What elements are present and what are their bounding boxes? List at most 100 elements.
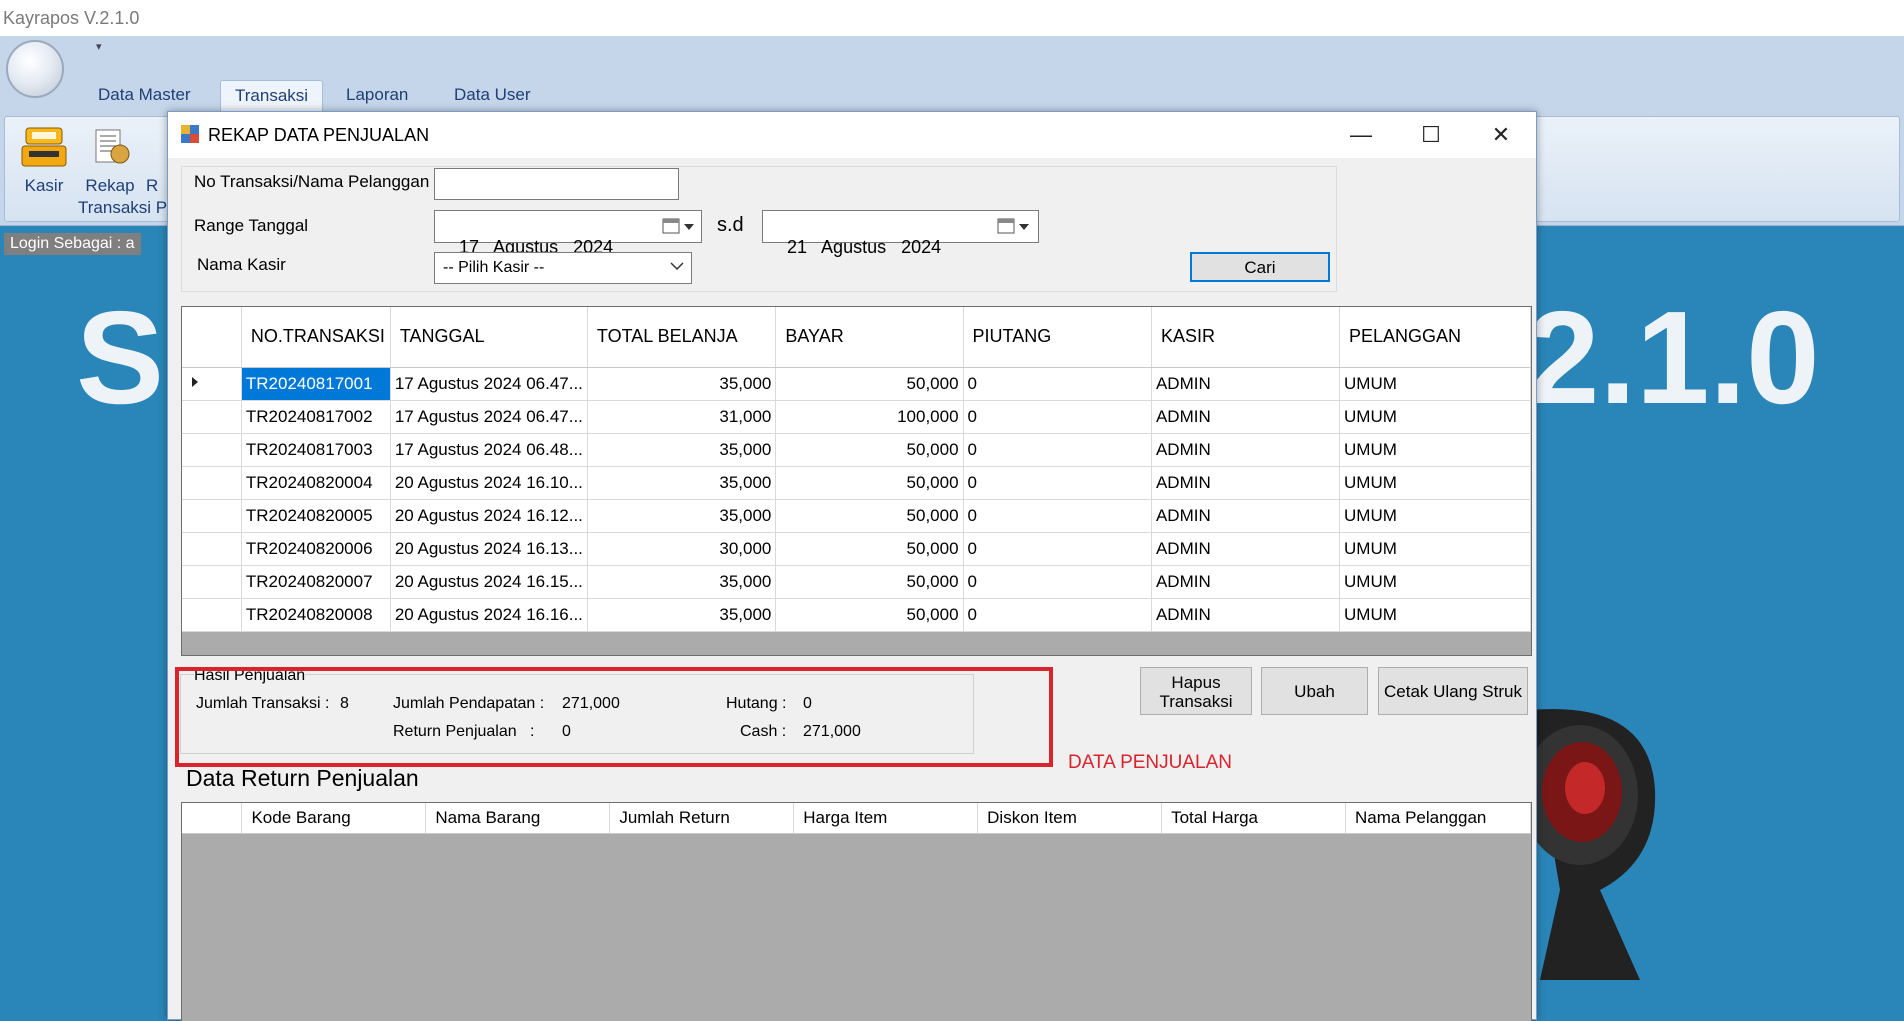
table-cell[interactable]: 20 Agustus 2024 16.13... xyxy=(390,532,588,566)
table-cell[interactable]: TR20240817002 xyxy=(241,400,391,434)
table-row[interactable]: TR20240820006 20 Agustus 2024 16.13... 30,… xyxy=(182,532,1531,566)
col-header[interactable]: PELANGGAN xyxy=(1339,307,1531,368)
table-cell[interactable]: ADMIN xyxy=(1151,565,1341,599)
return-col-header[interactable]: Kode Barang xyxy=(241,803,427,834)
table-cell[interactable]: UMUM xyxy=(1339,400,1531,434)
col-header[interactable]: TOTAL BELANJA xyxy=(587,307,777,368)
row-header[interactable] xyxy=(182,400,242,434)
cashier-select[interactable]: -- Pilih Kasir -- xyxy=(434,252,692,284)
table-row[interactable]: TR20240817002 17 Agustus 2024 06.47... 31,… xyxy=(182,400,1531,434)
table-cell[interactable]: 20 Agustus 2024 16.15... xyxy=(390,565,588,599)
table-row[interactable]: TR20240820005 20 Agustus 2024 16.12... 35,… xyxy=(182,499,1531,533)
table-row[interactable]: TR20240820007 20 Agustus 2024 16.15... 35,… xyxy=(182,565,1531,599)
return-col-header[interactable]: Jumlah Return xyxy=(609,803,795,834)
row-header[interactable] xyxy=(182,532,242,566)
table-cell[interactable]: ADMIN xyxy=(1151,598,1341,632)
table-cell[interactable]: ADMIN xyxy=(1151,499,1341,533)
table-cell[interactable]: TR20240817001 xyxy=(241,367,391,401)
table-cell[interactable]: 0 xyxy=(963,598,1152,632)
table-cell[interactable]: 17 Agustus 2024 06.48... xyxy=(390,433,588,467)
table-cell[interactable]: 20 Agustus 2024 16.12... xyxy=(390,499,588,533)
row-header[interactable] xyxy=(182,433,242,467)
table-cell[interactable]: ADMIN xyxy=(1151,466,1341,500)
calendar-icon[interactable] xyxy=(997,218,1031,241)
table-cell[interactable]: 17 Agustus 2024 06.47... xyxy=(390,367,588,401)
tab-laporan[interactable]: Laporan xyxy=(332,80,422,112)
hapus-transaksi-button[interactable]: Hapus Transaksi xyxy=(1140,667,1252,715)
tab-data-user[interactable]: Data User xyxy=(440,80,545,112)
table-cell[interactable]: 30,000 xyxy=(587,532,777,566)
table-cell[interactable]: UMUM xyxy=(1339,433,1531,467)
return-col-header[interactable]: Harga Item xyxy=(793,803,979,834)
table-cell[interactable]: 50,000 xyxy=(775,565,964,599)
table-cell[interactable]: 20 Agustus 2024 16.10... xyxy=(390,466,588,500)
table-cell[interactable]: 0 xyxy=(963,532,1152,566)
table-row[interactable]: TR20240820008 20 Agustus 2024 16.16... 35,… xyxy=(182,598,1531,632)
table-cell[interactable]: 35,000 xyxy=(587,565,777,599)
table-cell[interactable]: 35,000 xyxy=(587,433,777,467)
table-cell[interactable]: UMUM xyxy=(1339,565,1531,599)
col-header[interactable]: KASIR xyxy=(1151,307,1341,368)
cetak-ulang-struk-button[interactable]: Cetak Ulang Struk xyxy=(1378,667,1528,715)
table-cell[interactable]: 0 xyxy=(963,367,1152,401)
table-cell[interactable]: 50,000 xyxy=(775,499,964,533)
table-cell[interactable]: ADMIN xyxy=(1151,400,1341,434)
calendar-icon[interactable] xyxy=(662,218,696,241)
table-cell[interactable]: 50,000 xyxy=(775,367,964,401)
table-cell[interactable]: 35,000 xyxy=(587,367,777,401)
table-cell[interactable]: UMUM xyxy=(1339,598,1531,632)
tab-data-master[interactable]: Data Master xyxy=(84,80,205,112)
table-cell[interactable]: 31,000 xyxy=(587,400,777,434)
search-input[interactable] xyxy=(434,168,679,200)
ubah-button[interactable]: Ubah xyxy=(1261,667,1368,715)
table-cell[interactable]: ADMIN xyxy=(1151,367,1341,401)
rekap-button[interactable]: Rekap xyxy=(82,124,138,195)
table-cell[interactable]: TR20240820004 xyxy=(241,466,391,500)
table-cell[interactable]: 35,000 xyxy=(587,499,777,533)
table-cell[interactable]: ADMIN xyxy=(1151,532,1341,566)
kasir-button[interactable]: Kasir xyxy=(16,124,72,195)
table-cell[interactable]: 17 Agustus 2024 06.47... xyxy=(390,400,588,434)
col-header[interactable]: TANGGAL xyxy=(390,307,588,368)
row-header[interactable] xyxy=(182,598,242,632)
table-cell[interactable]: TR20240820008 xyxy=(241,598,391,632)
table-cell[interactable]: UMUM xyxy=(1339,466,1531,500)
table-cell[interactable]: 20 Agustus 2024 16.16... xyxy=(390,598,588,632)
table-cell[interactable]: UMUM xyxy=(1339,499,1531,533)
return-col-header[interactable]: Nama Pelanggan xyxy=(1345,803,1531,834)
table-row[interactable]: TR20240817001 17 Agustus 2024 06.47... 35,… xyxy=(182,367,1531,401)
col-header[interactable]: BAYAR xyxy=(775,307,964,368)
table-cell[interactable]: 50,000 xyxy=(775,433,964,467)
table-row[interactable]: TR20240817003 17 Agustus 2024 06.48... 35,… xyxy=(182,433,1531,467)
row-header[interactable] xyxy=(182,367,242,401)
table-cell[interactable]: TR20240820005 xyxy=(241,499,391,533)
table-cell[interactable]: 0 xyxy=(963,400,1152,434)
return-col-header[interactable]: Diskon Item xyxy=(977,803,1163,834)
table-cell[interactable]: UMUM xyxy=(1339,367,1531,401)
row-header[interactable] xyxy=(182,499,242,533)
return-col-header[interactable]: Total Harga xyxy=(1161,803,1346,834)
tab-transaksi[interactable]: Transaksi xyxy=(220,80,324,112)
ribbon-button-partial[interactable]: R xyxy=(146,124,166,195)
row-header[interactable] xyxy=(182,466,242,500)
table-cell[interactable]: TR20240820006 xyxy=(241,532,391,566)
table-cell[interactable]: ADMIN xyxy=(1151,433,1341,467)
maximize-icon[interactable]: ☐ xyxy=(1396,112,1466,158)
table-cell[interactable]: 100,000 xyxy=(775,400,964,434)
row-header[interactable] xyxy=(182,565,242,599)
col-header[interactable]: NO.TRANSAKSI xyxy=(241,307,391,368)
close-icon[interactable]: ✕ xyxy=(1466,112,1536,158)
col-header[interactable]: PIUTANG xyxy=(963,307,1152,368)
table-row[interactable]: TR20240820004 20 Agustus 2024 16.10... 35,… xyxy=(182,466,1531,500)
minimize-icon[interactable]: — xyxy=(1326,112,1396,158)
table-cell[interactable]: 0 xyxy=(963,466,1152,500)
return-col-header[interactable]: Nama Barang xyxy=(425,803,611,834)
table-cell[interactable]: TR20240817003 xyxy=(241,433,391,467)
table-cell[interactable]: 35,000 xyxy=(587,466,777,500)
table-cell[interactable]: TR20240820007 xyxy=(241,565,391,599)
table-cell[interactable]: 50,000 xyxy=(775,598,964,632)
table-cell[interactable]: 0 xyxy=(963,499,1152,533)
table-cell[interactable]: 0 xyxy=(963,433,1152,467)
app-menu-orb[interactable] xyxy=(6,40,64,98)
table-cell[interactable]: 50,000 xyxy=(775,466,964,500)
